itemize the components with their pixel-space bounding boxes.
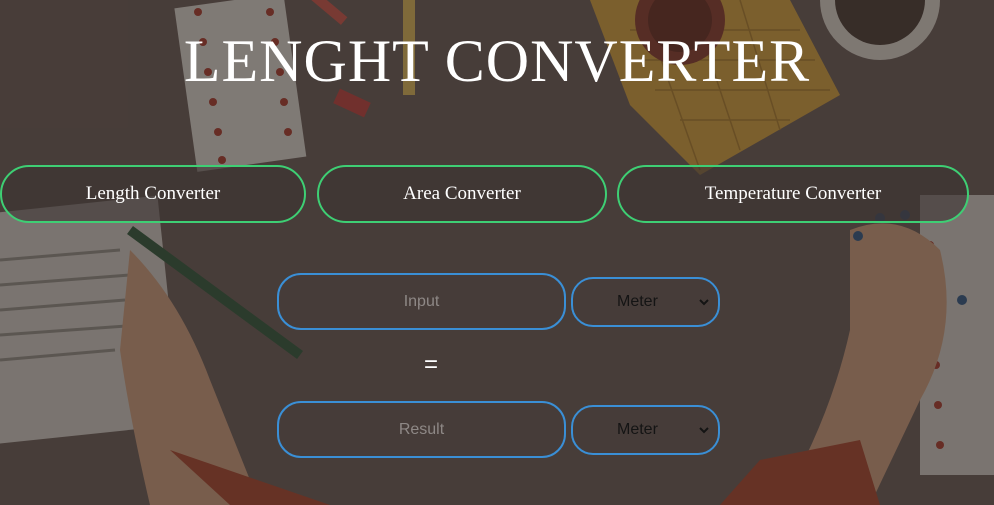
tab-temperature-converter[interactable]: Temperature Converter bbox=[617, 165, 969, 223]
tab-length-converter[interactable]: Length Converter bbox=[0, 165, 306, 223]
page-title: LENGHT CONVERTER bbox=[183, 28, 811, 94]
input-unit-select[interactable]: Meter bbox=[571, 277, 720, 327]
tab-area-converter[interactable]: Area Converter bbox=[317, 165, 607, 223]
equals-sign: = bbox=[423, 351, 438, 378]
input-value-field[interactable] bbox=[277, 273, 566, 330]
result-value-field[interactable] bbox=[277, 401, 566, 458]
tab-length-converter-label: Length Converter bbox=[85, 183, 221, 204]
chevron-down-icon bbox=[699, 299, 709, 306]
input-unit-selected-value: Meter bbox=[617, 293, 658, 310]
tab-area-converter-label: Area Converter bbox=[403, 183, 521, 204]
chevron-down-icon bbox=[699, 427, 709, 434]
result-unit-select[interactable]: Meter bbox=[571, 405, 720, 455]
result-unit-selected-value: Meter bbox=[617, 421, 658, 438]
tab-temperature-converter-label: Temperature Converter bbox=[704, 183, 882, 204]
